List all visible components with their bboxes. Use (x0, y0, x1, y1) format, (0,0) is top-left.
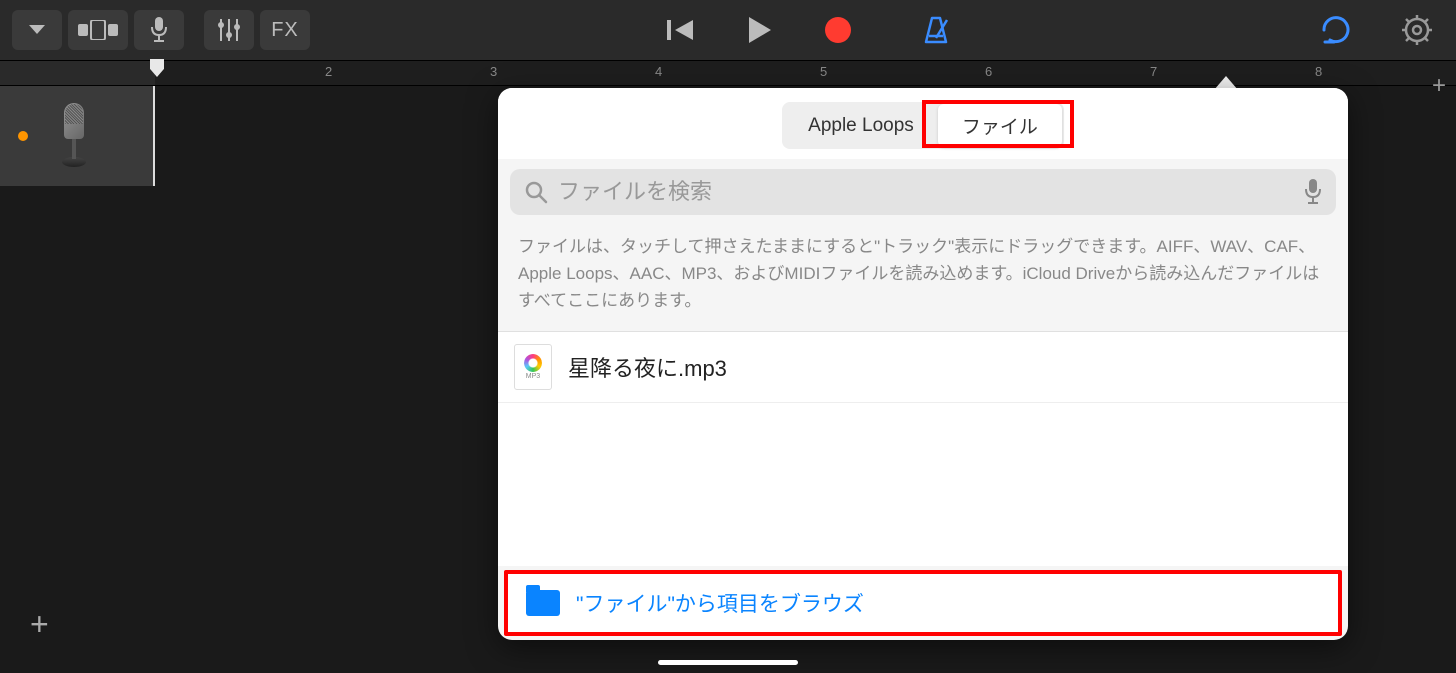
search-input[interactable] (558, 179, 1294, 205)
fx-button[interactable]: FX (260, 10, 310, 50)
search-icon (524, 180, 548, 204)
ruler-mark: 4 (655, 64, 662, 79)
track-blocks-icon (78, 20, 118, 40)
play-button[interactable] (737, 9, 783, 51)
dictation-icon[interactable] (1304, 179, 1322, 205)
sliders-icon (216, 17, 242, 43)
chevron-down-icon (28, 24, 46, 36)
metronome-icon (921, 16, 951, 44)
file-name: 星降る夜に.mp3 (568, 351, 727, 383)
mic-input-button[interactable] (134, 10, 184, 50)
home-indicator[interactable] (658, 660, 798, 665)
ruler-mark: 7 (1150, 64, 1157, 79)
ruler-mark: 5 (820, 64, 827, 79)
audio-file-icon: MP3 (514, 344, 552, 390)
add-section-button[interactable]: + (1432, 72, 1446, 100)
track-header[interactable] (0, 86, 155, 186)
add-track-button[interactable]: + (30, 606, 49, 643)
microphone-icon (150, 17, 168, 43)
ruler-mark: 2 (325, 64, 332, 79)
ruler-mark: 6 (985, 64, 992, 79)
tab-bar: Apple Loops ファイル (498, 88, 1348, 159)
folder-icon (526, 590, 560, 616)
ruler-mark: 3 (490, 64, 497, 79)
browse-label: "ファイル"から項目をブラウズ (576, 588, 864, 618)
main-toolbar: FX (0, 0, 1456, 60)
search-box (510, 169, 1336, 215)
loop-icon (1320, 16, 1352, 44)
record-enable-dot[interactable] (18, 131, 28, 141)
rewind-button[interactable] (655, 10, 707, 50)
record-icon (825, 17, 851, 43)
file-browser-popover: Apple Loops ファイル ファイルは、タッチして押さえたままにすると"ト… (498, 88, 1348, 640)
helper-text: ファイルは、タッチして押さえたままにすると"トラック"表示にドラッグできます。A… (498, 225, 1348, 332)
browse-files-button[interactable]: "ファイル"から項目をブラウズ (504, 570, 1342, 636)
tab-files[interactable]: ファイル (938, 104, 1062, 147)
file-row[interactable]: MP3 星降る夜に.mp3 (498, 332, 1348, 403)
tab-apple-loops[interactable]: Apple Loops (784, 104, 938, 147)
gear-icon (1402, 15, 1432, 45)
track-instrument-icon (52, 101, 96, 171)
track-view-button[interactable] (68, 10, 128, 50)
play-icon (749, 17, 771, 43)
file-list: MP3 星降る夜に.mp3 (498, 332, 1348, 566)
view-menu-button[interactable] (12, 10, 62, 50)
mixer-button[interactable] (204, 10, 254, 50)
settings-button[interactable] (1390, 7, 1444, 53)
ruler-mark: 8 (1315, 64, 1322, 79)
metronome-button[interactable] (909, 8, 963, 52)
timeline-ruler[interactable]: 2 3 4 5 6 7 8 (0, 60, 1456, 86)
loop-browser-button[interactable] (1308, 8, 1364, 52)
skip-back-icon (667, 18, 695, 42)
record-button[interactable] (813, 9, 863, 51)
